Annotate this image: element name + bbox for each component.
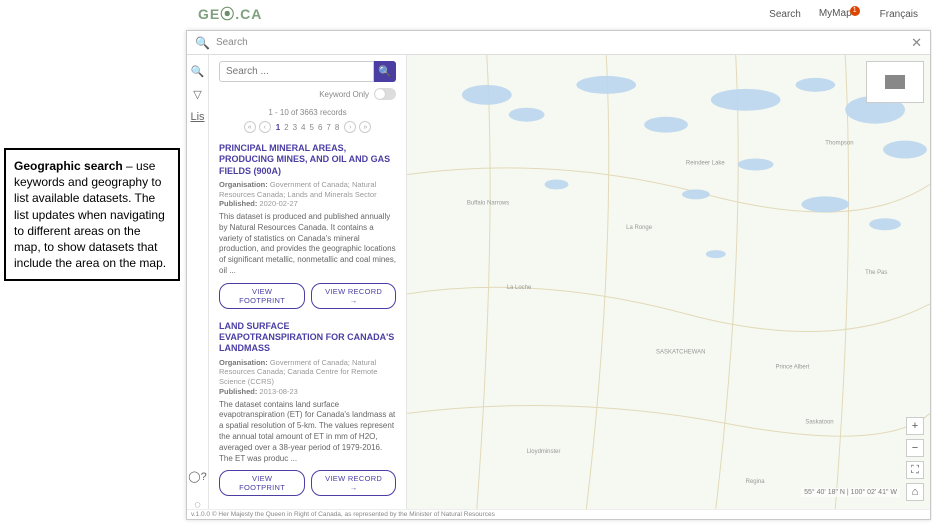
mymap-badge: 1 (850, 6, 860, 16)
result-item: LAND SURFACE EVAPOTRANSPIRATION FOR CANA… (219, 321, 396, 497)
pagination: « ‹ 12345678 › » (219, 121, 396, 133)
svg-text:Prince Albert: Prince Albert (776, 365, 810, 371)
search-box: 🔍 (219, 61, 396, 82)
logo: GE⦿.CA (198, 4, 262, 24)
svg-text:The Pas: The Pas (865, 270, 887, 276)
home-button[interactable]: ⌂ (906, 483, 924, 501)
pager-prev[interactable]: ‹ (259, 121, 271, 133)
rail-help-icon[interactable]: ◯? (188, 470, 206, 483)
pager-page[interactable]: 7 (324, 123, 332, 132)
map-coords: 55° 40' 18" N | 100° 02' 41" W (801, 488, 900, 497)
app-header: GE⦿.CA Search MyMap1 Français (186, 0, 932, 28)
callout-title: Geographic search (14, 159, 123, 173)
result-org: Organisation: Government of Canada; Natu… (219, 180, 396, 200)
close-icon[interactable]: ✕ (911, 35, 922, 51)
view-record-button[interactable]: VIEW RECORD → (311, 283, 396, 309)
rail-list-icon[interactable]: Lis (190, 111, 204, 123)
annotation-callout: Geographic search – use keywords and geo… (4, 148, 180, 281)
pager-page[interactable]: 3 (291, 123, 299, 132)
result-desc: This dataset is produced and published a… (219, 212, 396, 277)
svg-text:Regina: Regina (746, 479, 766, 485)
pager-page[interactable]: 5 (308, 123, 316, 132)
searchbar: 🔍 Search ✕ (187, 31, 930, 55)
svg-text:La Ronge: La Ronge (626, 225, 653, 231)
svg-text:SASKATCHEWAN: SASKATCHEWAN (656, 350, 705, 356)
svg-text:Reindeer Lake: Reindeer Lake (686, 161, 726, 167)
pager-page[interactable]: 8 (333, 123, 341, 132)
svg-text:Buffalo Narrows: Buffalo Narrows (467, 200, 509, 206)
pager-page[interactable]: 4 (299, 123, 307, 132)
header-links: Search MyMap1 Français (769, 8, 918, 20)
result-published: Published: 2013-08-23 (219, 387, 396, 397)
footer: v.1.0.0 © Her Majesty the Queen in Right… (187, 509, 930, 519)
left-rail: 🔍 ▽ Lis ◯? ◌ (187, 55, 209, 519)
pager-page[interactable]: 2 (282, 123, 290, 132)
rail-filter-icon[interactable]: ▽ (193, 88, 201, 101)
map-canvas: Buffalo Narrows La Loche SASKATCHEWAN Pr… (407, 55, 930, 509)
view-footprint-button[interactable]: VIEW FOOTPRINT (219, 470, 305, 496)
searchbar-title: Search (216, 37, 911, 48)
svg-text:Saskatoon: Saskatoon (805, 419, 833, 425)
result-title[interactable]: PRINCIPAL MINERAL AREAS, PRODUCING MINES… (219, 143, 396, 177)
pager-page[interactable]: 1 (274, 123, 282, 132)
header-mymap-link[interactable]: MyMap1 (819, 8, 862, 20)
map[interactable]: Buffalo Narrows La Loche SASKATCHEWAN Pr… (407, 55, 930, 509)
pager-last[interactable]: » (359, 121, 371, 133)
result-published: Published: 2020-02-27 (219, 199, 396, 209)
results-panel: 🔍 Keyword Only 1 - 10 of 3663 records « … (209, 55, 407, 519)
result-desc: The dataset contains land surface evapot… (219, 400, 396, 465)
minimap[interactable] (866, 61, 924, 103)
main-frame: 🔍 Search ✕ 🔍 ▽ Lis ◯? ◌ 🔍 Keyword Only 1… (186, 30, 931, 520)
callout-body: – use keywords and geography to list ava… (14, 159, 166, 270)
result-org: Organisation: Government of Canada; Natu… (219, 358, 396, 387)
keyword-only-label: Keyword Only (319, 90, 369, 99)
zoom-out-button[interactable]: − (906, 439, 924, 457)
rail-search-icon[interactable]: 🔍 (191, 65, 205, 78)
search-button[interactable]: 🔍 (374, 61, 396, 82)
search-input[interactable] (219, 61, 374, 82)
keyword-only-row: Keyword Only (219, 88, 396, 100)
search-icon: 🔍 (195, 36, 210, 50)
view-footprint-button[interactable]: VIEW FOOTPRINT (219, 283, 305, 309)
records-count: 1 - 10 of 3663 records (219, 108, 396, 117)
view-record-button[interactable]: VIEW RECORD → (311, 470, 396, 496)
header-search-link[interactable]: Search (769, 9, 801, 20)
result-item: PRINCIPAL MINERAL AREAS, PRODUCING MINES… (219, 143, 396, 309)
zoom-in-button[interactable]: + (906, 417, 924, 435)
result-title[interactable]: LAND SURFACE EVAPOTRANSPIRATION FOR CANA… (219, 321, 396, 355)
fullscreen-button[interactable]: ⛶ (906, 461, 924, 479)
svg-text:Lloydminster: Lloydminster (527, 449, 561, 455)
keyword-only-toggle[interactable] (374, 88, 396, 100)
pager-first[interactable]: « (244, 121, 256, 133)
svg-text:Thompson: Thompson (825, 141, 853, 147)
pager-next[interactable]: › (344, 121, 356, 133)
map-controls: + − ⛶ ⌂ (906, 417, 924, 501)
header-lang-link[interactable]: Français (880, 9, 918, 20)
svg-text:La Loche: La Loche (507, 285, 532, 291)
